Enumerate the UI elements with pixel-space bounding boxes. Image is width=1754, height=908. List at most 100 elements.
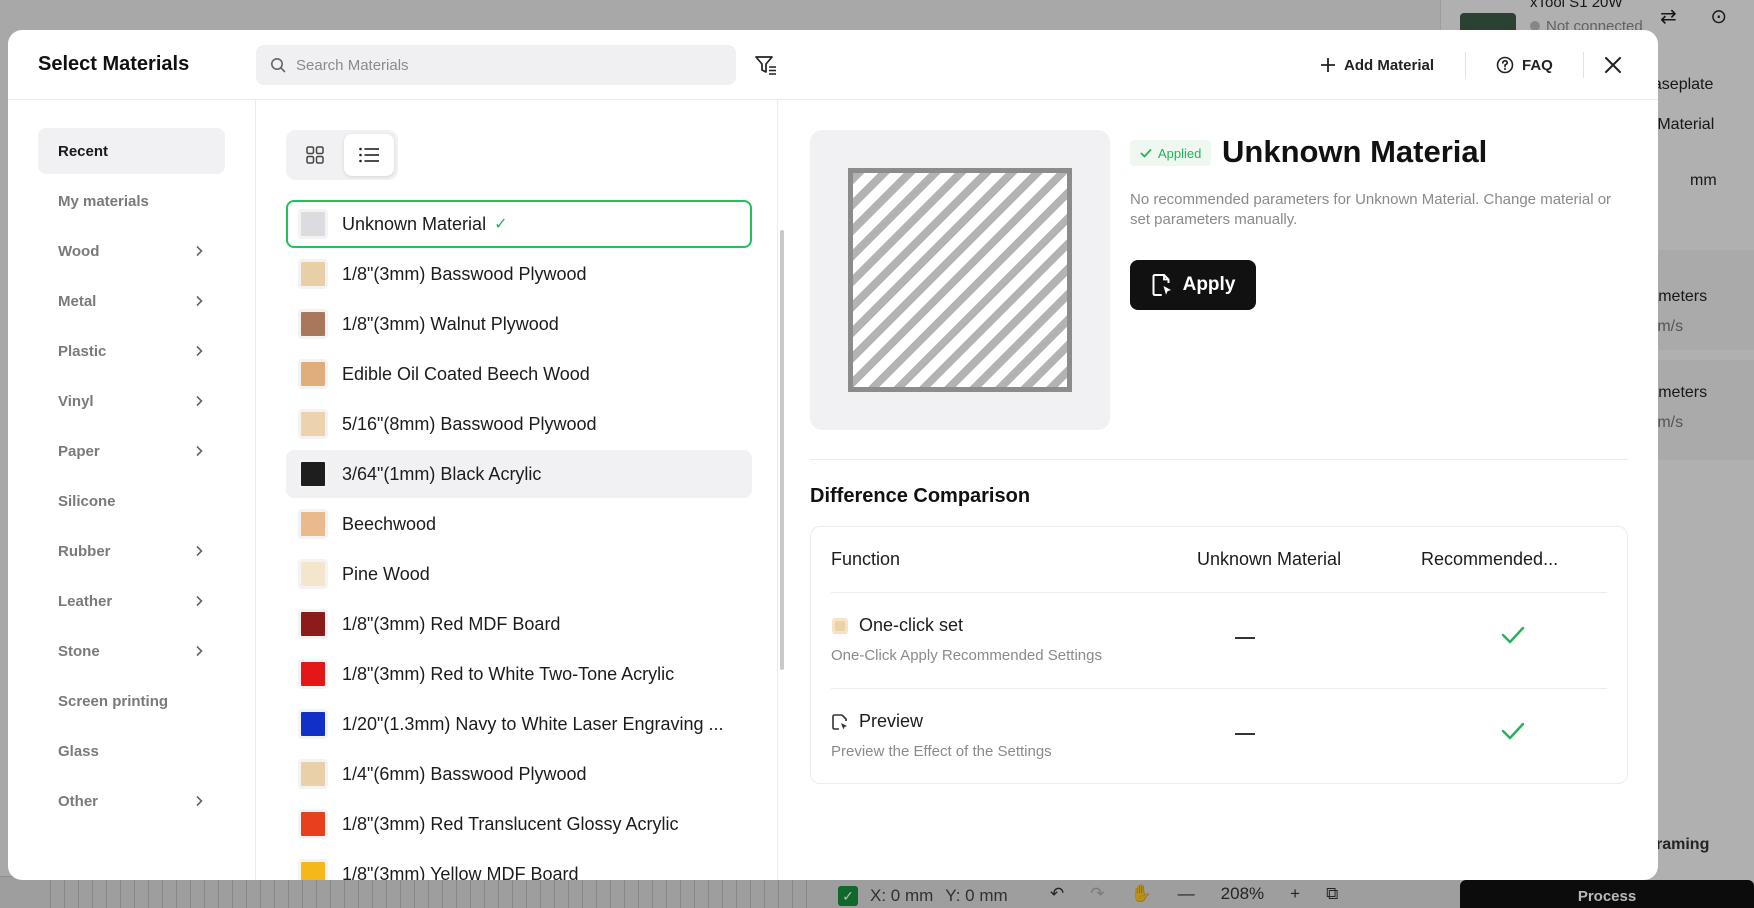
column-function: Function (831, 549, 901, 569)
function-title: One-click set (831, 615, 963, 636)
comparison-row: Preview Preview the Effect of the Settin… (831, 689, 1607, 785)
sidebar-item-glass[interactable]: Glass (38, 728, 225, 774)
material-item[interactable]: Pine Wood (286, 550, 752, 598)
material-swatch (298, 459, 328, 489)
modal-header: Select Materials Add Material FAQ (8, 30, 1658, 100)
sidebar-item-plastic[interactable]: Plastic (38, 328, 225, 374)
faq-button[interactable]: FAQ (1496, 50, 1553, 80)
material-item[interactable]: 1/8"(3mm) Basswood Plywood (286, 250, 752, 298)
search-box[interactable] (256, 45, 736, 85)
comparison-row: One-click set One-Click Apply Recommende… (831, 593, 1607, 689)
check-icon (1501, 626, 1525, 644)
comparison-title: Difference Comparison (810, 485, 1031, 507)
material-item[interactable]: 5/16"(8mm) Basswood Plywood (286, 400, 752, 448)
sidebar-item-rubber[interactable]: Rubber (38, 528, 225, 574)
material-name: 5/16"(8mm) Basswood Plywood (342, 413, 597, 434)
material-swatch (298, 609, 328, 639)
material-item[interactable]: 1/8"(3mm) Red to White Two-Tone Acrylic (286, 650, 752, 698)
sidebar-item-label: Leather (58, 592, 113, 610)
material-swatch (298, 409, 328, 439)
sidebar-item-label: Recent (58, 142, 109, 160)
material-swatch (298, 759, 328, 789)
material-swatch (298, 309, 328, 339)
sidebar-item-metal[interactable]: Metal (38, 278, 225, 324)
material-name: 1/8"(3mm) Basswood Plywood (342, 263, 587, 284)
plus-icon (1321, 58, 1335, 72)
sidebar-item-label: Stone (58, 642, 100, 660)
chevron-right-icon (196, 795, 203, 807)
chevron-right-icon (196, 545, 203, 557)
modal-title: Select Materials (38, 53, 190, 75)
section-divider (810, 459, 1628, 460)
material-detail-panel: Applied Unknown Material No recommended … (778, 100, 1658, 880)
material-swatch (298, 509, 328, 539)
column-unknown: Unknown Material (1197, 549, 1342, 569)
sidebar-item-label: Rubber (58, 542, 111, 560)
sidebar-item-silicone[interactable]: Silicone (38, 478, 225, 524)
list-view-button[interactable] (344, 134, 394, 176)
material-item[interactable]: Edible Oil Coated Beech Wood (286, 350, 752, 398)
material-swatch (298, 359, 328, 389)
sidebar-item-screen-printing[interactable]: Screen printing (38, 678, 225, 724)
chevron-right-icon (196, 395, 203, 407)
selected-check-icon: ✓ (494, 216, 508, 233)
list-icon (359, 147, 379, 163)
material-name: 1/8"(3mm) Yellow MDF Board (342, 863, 579, 881)
faq-label: FAQ (1522, 56, 1553, 74)
material-swatch (298, 859, 328, 880)
function-subtitle: Preview the Effect of the Settings (831, 743, 1052, 760)
apply-button[interactable]: Apply (1130, 260, 1256, 310)
material-name: 1/8"(3mm) Red Translucent Glossy Acrylic (342, 813, 679, 834)
sidebar-item-vinyl[interactable]: Vinyl (38, 378, 225, 424)
search-icon (271, 58, 286, 73)
material-title: Unknown Material (1222, 134, 1488, 169)
material-item[interactable]: Beechwood (286, 500, 752, 548)
sidebar-item-wood[interactable]: Wood (38, 228, 225, 274)
sidebar-item-my-materials[interactable]: My materials (38, 178, 225, 224)
material-list: Unknown Material ✓ 1/8"(3mm) Basswood Plyw… (286, 200, 752, 880)
sidebar-item-leather[interactable]: Leather (38, 578, 225, 624)
material-preview (810, 130, 1110, 430)
material-swatch (298, 209, 328, 239)
category-sidebar: Recent My materials Wood Metal Plastic Vinyl P… (8, 100, 256, 880)
material-item[interactable]: Unknown Material ✓ (286, 200, 752, 248)
material-item[interactable]: 3/64"(1mm) Black Acrylic (286, 450, 752, 498)
check-icon (1501, 722, 1525, 740)
material-item[interactable]: 1/4"(6mm) Basswood Plywood (286, 750, 752, 798)
material-swatch (298, 809, 328, 839)
material-item[interactable]: 1/20"(1.3mm) Navy to White Laser Engravi… (286, 700, 752, 748)
grid-view-button[interactable] (290, 134, 340, 176)
preview-icon (832, 713, 847, 730)
sidebar-item-recent[interactable]: Recent (38, 128, 225, 174)
material-list-panel: Unknown Material ✓ 1/8"(3mm) Basswood Plyw… (256, 100, 784, 880)
sidebar-item-label: Plastic (58, 342, 107, 360)
add-material-button[interactable]: Add Material (1320, 50, 1434, 80)
material-item[interactable]: 1/8"(3mm) Red MDF Board (286, 600, 752, 648)
search-input[interactable] (296, 56, 716, 74)
material-name: 1/4"(6mm) Basswood Plywood (342, 763, 587, 784)
material-item[interactable]: 1/8"(3mm) Yellow MDF Board (286, 850, 752, 880)
sidebar-item-label: Other (58, 792, 99, 810)
sidebar-item-label: Screen printing (58, 692, 169, 710)
unavailable-dash (1235, 637, 1255, 639)
material-name: 3/64"(1mm) Black Acrylic (342, 463, 542, 484)
header-divider (1583, 52, 1584, 78)
add-material-label: Add Material (1344, 56, 1435, 74)
material-name: 1/8"(3mm) Red MDF Board (342, 613, 561, 634)
material-item[interactable]: 1/8"(3mm) Walnut Plywood (286, 300, 752, 348)
material-swatch (298, 659, 328, 689)
chevron-right-icon (196, 595, 203, 607)
chevron-right-icon (196, 445, 203, 457)
material-item[interactable]: 1/8"(3mm) Red Translucent Glossy Acrylic (286, 800, 752, 848)
sidebar-item-label: Paper (58, 442, 100, 460)
sidebar-item-paper[interactable]: Paper (38, 428, 225, 474)
sidebar-item-label: Metal (58, 292, 97, 310)
column-recommended: Recommended... (1421, 549, 1559, 569)
one-click-icon (832, 617, 848, 634)
close-icon[interactable] (1600, 52, 1626, 78)
sidebar-item-label: Vinyl (58, 392, 94, 410)
sidebar-item-other[interactable]: Other (38, 778, 225, 824)
filter-icon[interactable] (753, 52, 779, 78)
sidebar-item-stone[interactable]: Stone (38, 628, 225, 674)
sidebar-item-label: Wood (58, 242, 100, 260)
